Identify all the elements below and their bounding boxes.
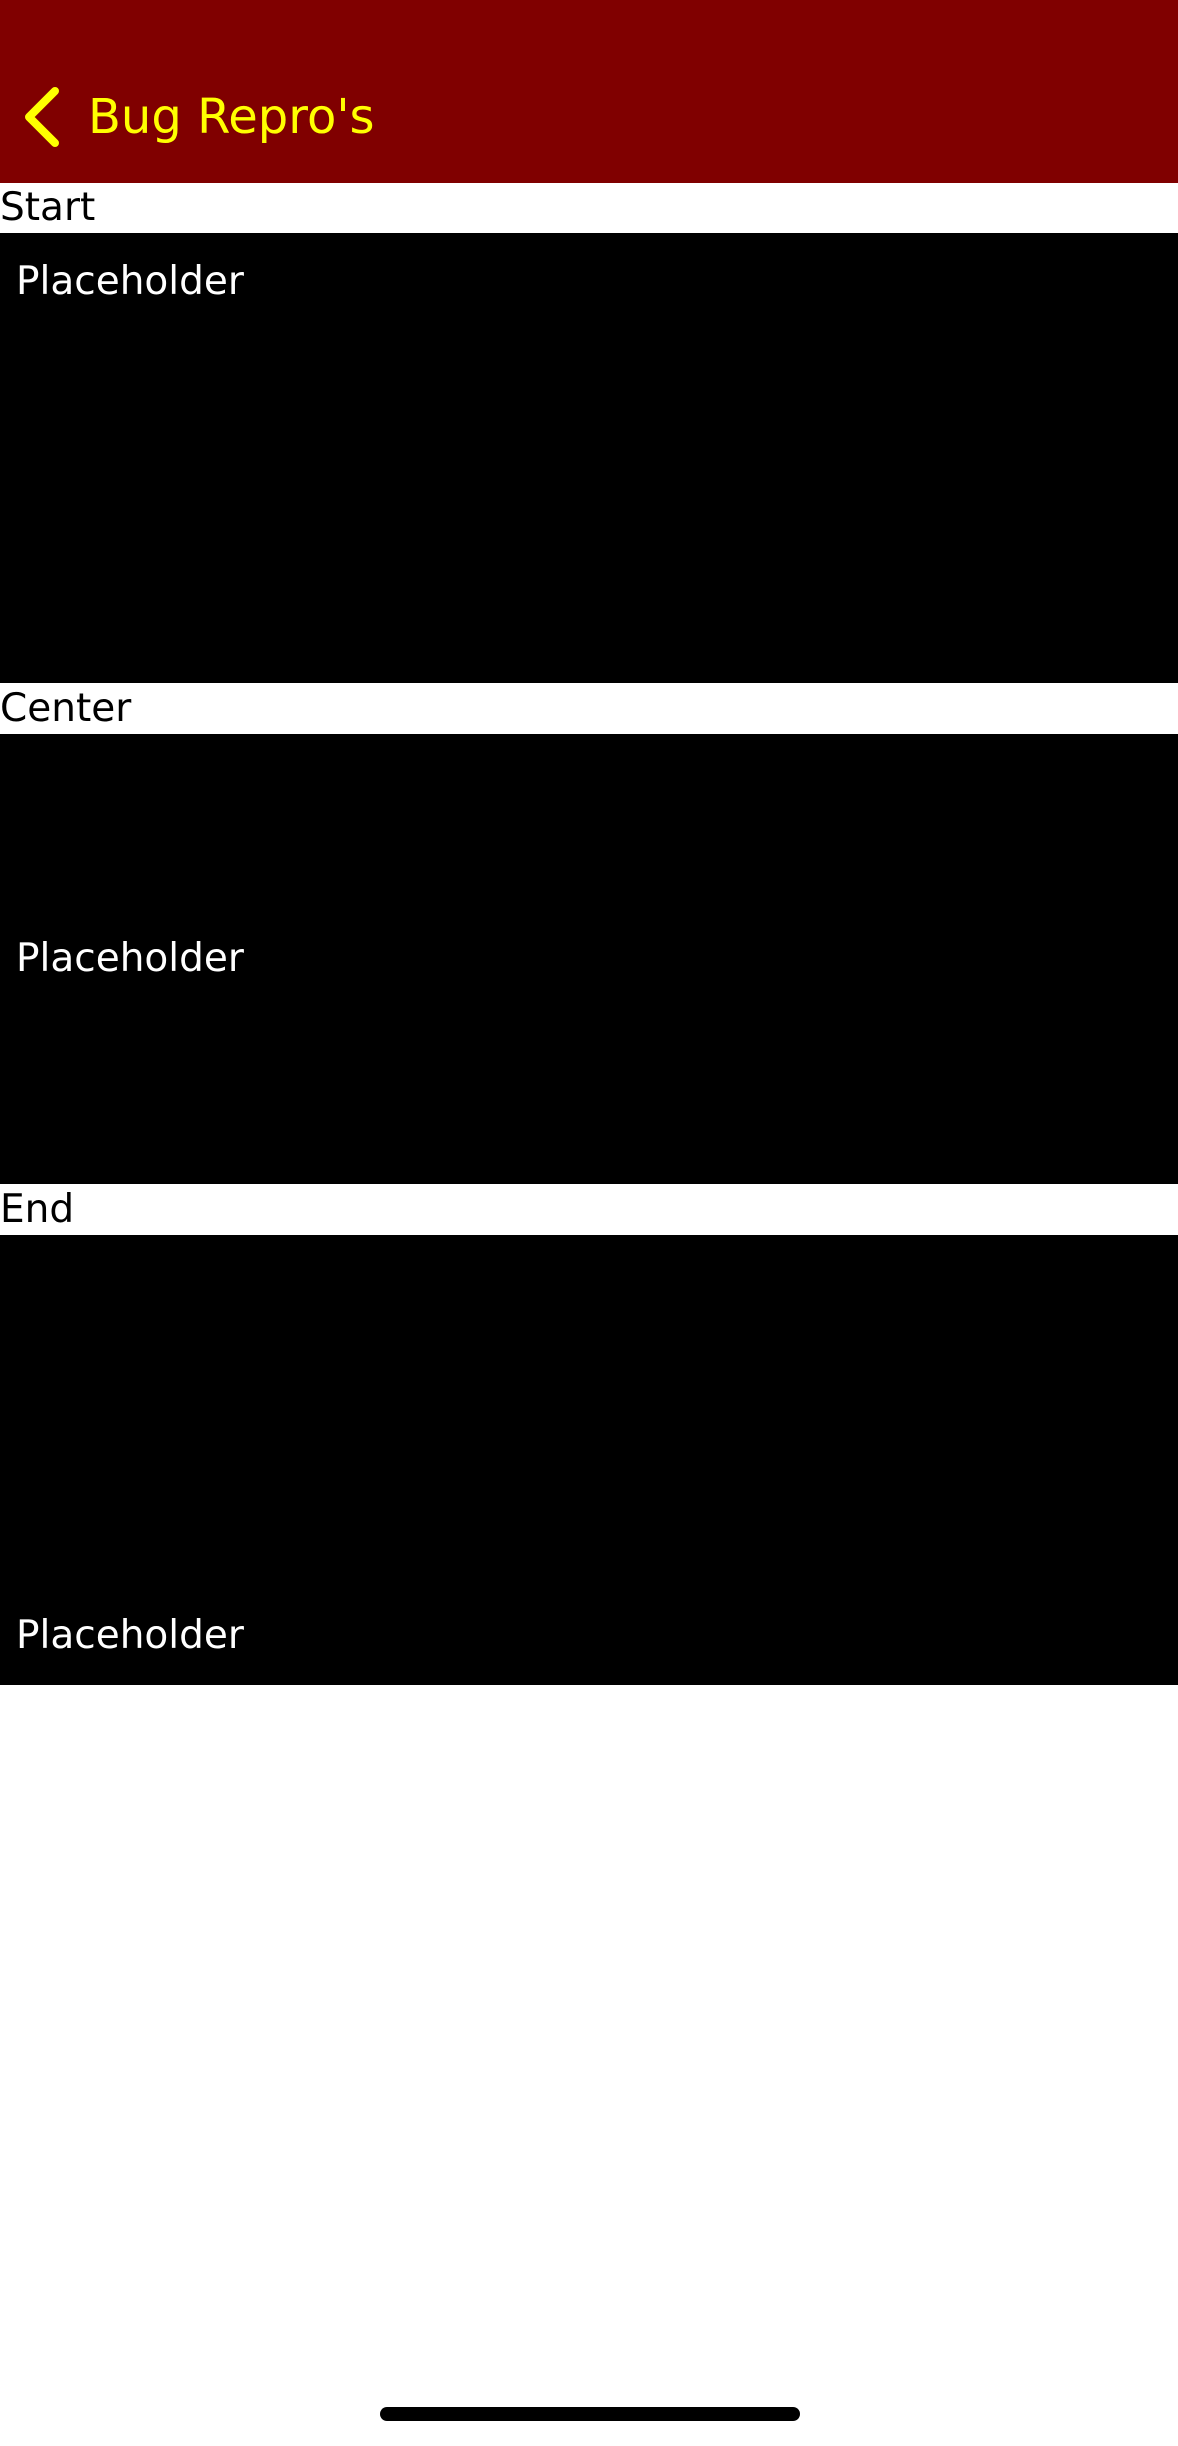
placeholder-box-start: Placeholder	[0, 233, 1178, 683]
navigation-bar: Bug Repro's	[0, 0, 1178, 183]
section-label-end: End	[0, 1187, 75, 1232]
placeholder-text: Placeholder	[16, 1613, 244, 1658]
placeholder-box-center: Placeholder	[0, 734, 1178, 1184]
section-label-start: Start	[0, 185, 96, 230]
placeholder-text: Placeholder	[16, 259, 244, 304]
back-button-label: Bug Repro's	[88, 89, 375, 145]
chevron-left-icon	[22, 86, 62, 148]
section-label-center: Center	[0, 686, 132, 731]
back-button[interactable]: Bug Repro's	[22, 82, 375, 152]
home-indicator[interactable]	[380, 2407, 800, 2421]
placeholder-box-end: Placeholder	[0, 1235, 1178, 1685]
placeholder-text: Placeholder	[16, 936, 244, 981]
